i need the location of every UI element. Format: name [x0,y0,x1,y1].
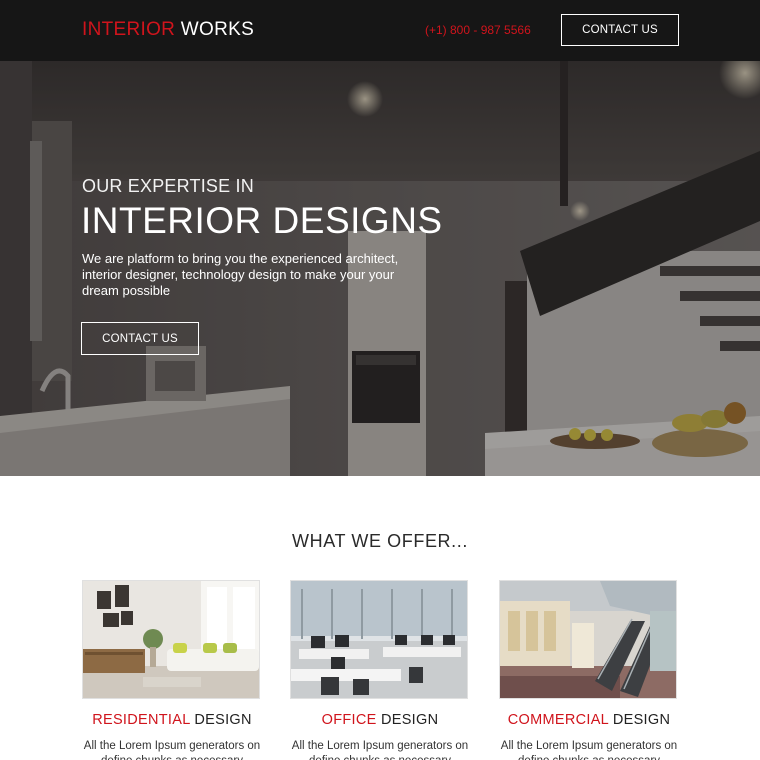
commercial-design-heading: COMMERCIAL DESIGN [499,711,679,729]
office-design-image [290,580,468,699]
offer-section-title: WHAT WE OFFER... [292,531,468,551]
commercial-design-card[interactable]: COMMERCIAL DESIGN All the Lorem Ipsum ge… [499,580,679,760]
card-title-rest: DESIGN [380,712,439,728]
office-design-heading: OFFICE DESIGN [290,711,470,729]
logo-rest: WORKS [180,19,255,40]
card-title-rest: DESIGN [194,712,252,728]
commercial-design-description: All the Lorem Ipsum generators on define… [500,740,678,760]
logo-accent: INTERIOR [82,19,176,40]
card-title-accent: COMMERCIAL [507,712,609,728]
card-title-accent: RESIDENTIAL [92,712,191,728]
hero-contact-button[interactable]: CONTACT US [81,322,199,355]
hero-banner: OUR EXPERTISE IN INTERIOR DESIGNS We are… [0,61,760,476]
residential-design-heading: RESIDENTIAL DESIGN [82,711,262,729]
residential-design-description: All the Lorem Ipsum generators on define… [83,740,261,760]
card-title-accent: OFFICE [321,712,377,728]
card-title-rest: DESIGN [612,712,671,728]
header-contact-button[interactable]: CONTACT US [561,14,679,46]
logo[interactable]: INTERIOR WORKS [82,19,254,41]
office-design-description: All the Lorem Ipsum generators on define… [291,740,469,760]
phone-number[interactable]: (+1) 800 - 987 5566 [425,23,531,37]
commercial-design-image [499,580,677,699]
residential-design-image [82,580,260,699]
hero-subtitle: OUR EXPERTISE IN [82,176,254,196]
hero-description: We are platform to bring you the experie… [82,251,399,298]
residential-design-card[interactable]: RESIDENTIAL DESIGN All the Lorem Ipsum g… [82,580,262,760]
hero-title: INTERIOR DESIGNS [81,200,443,241]
site-header: INTERIOR WORKS (+1) 800 - 987 5566 CONTA… [0,0,760,61]
office-design-card[interactable]: OFFICE DESIGN All the Lorem Ipsum genera… [290,580,470,760]
